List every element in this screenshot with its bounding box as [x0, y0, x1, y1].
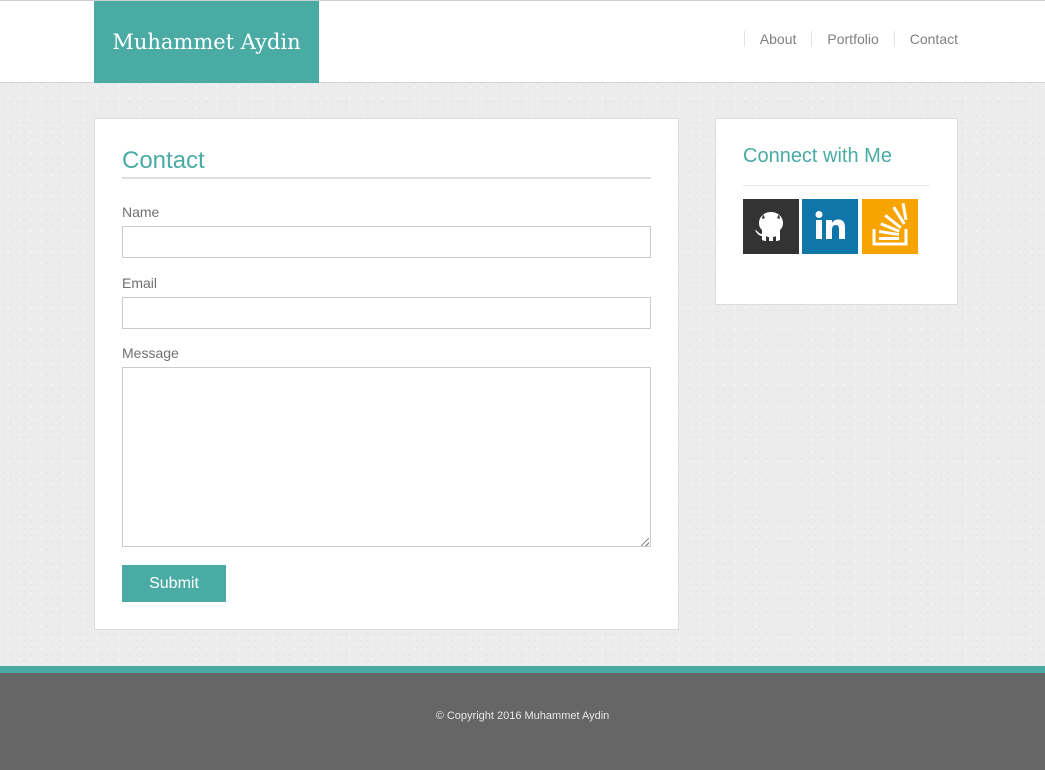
- main-nav: About Portfolio Contact: [729, 31, 958, 47]
- github-icon: [755, 212, 783, 241]
- contact-card: Contact Name Email Message Submit: [94, 118, 679, 630]
- stackoverflow-link[interactable]: [862, 199, 918, 254]
- site-header: Muhammet Aydin About Portfolio Contact: [0, 0, 1045, 83]
- name-label: Name: [122, 204, 160, 220]
- linkedin-icon: [815, 211, 845, 239]
- nav-item-about[interactable]: About: [743, 31, 796, 47]
- nav-item-contact[interactable]: Contact: [893, 31, 958, 47]
- textarea-resize-handle[interactable]: [641, 538, 649, 546]
- message-label: Message: [122, 345, 179, 361]
- email-label: Email: [122, 275, 158, 291]
- copyright-text: © Copyright 2016 Muhammet Aydin: [435, 710, 610, 722]
- linkedin-link[interactable]: [802, 199, 858, 254]
- message-textarea[interactable]: [122, 367, 651, 547]
- connect-card: Connect with Me: [715, 118, 958, 305]
- nav-item-portfolio[interactable]: Portfolio: [811, 31, 879, 47]
- contact-title: Contact: [122, 147, 651, 179]
- stackoverflow-icon: [872, 202, 908, 246]
- github-link[interactable]: [743, 199, 799, 254]
- site-footer: © Copyright 2016 Muhammet Aydin: [0, 673, 1045, 770]
- brand-logo-link[interactable]: Muhammet Aydin: [94, 1, 319, 83]
- submit-button[interactable]: Submit: [122, 565, 226, 602]
- email-input[interactable]: [122, 297, 651, 329]
- footer-accent-bar: [0, 666, 1045, 673]
- name-input[interactable]: [122, 226, 651, 258]
- connect-title: Connect with Me: [743, 145, 930, 186]
